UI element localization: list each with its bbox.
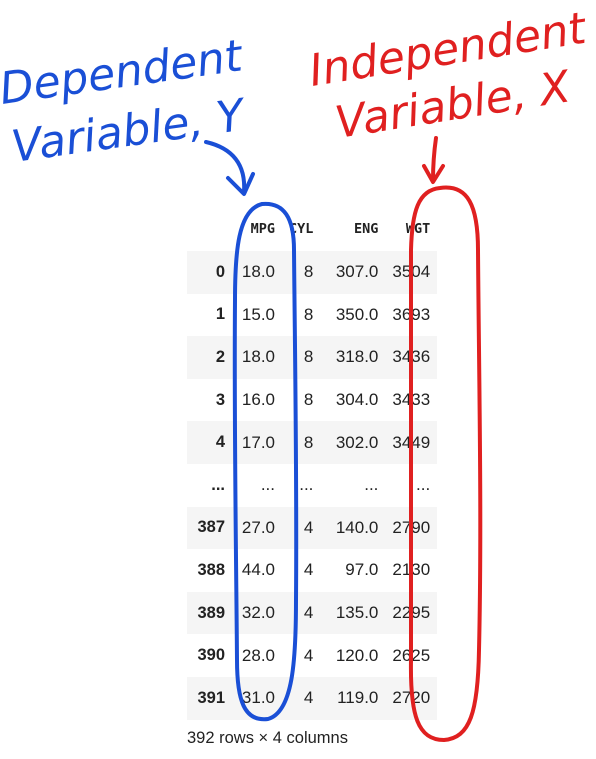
row-index: 2 <box>215 347 225 366</box>
header-mpg: MPG <box>250 221 275 237</box>
cell-wgt: 3504 <box>392 262 431 282</box>
table-row: 387 27.0 4 140.0 2790 <box>187 506 438 550</box>
row-index: 3 <box>215 390 225 409</box>
dataframe-table: MPG CYL ENG WGT 0 18.0 8 307.0 3504 1 15… <box>187 207 438 720</box>
cell-cyl: 4 <box>303 603 314 623</box>
row-index: 388 <box>197 560 225 579</box>
cell-mpg: 16.0 <box>241 390 275 410</box>
cell-wgt: 3449 <box>392 432 431 452</box>
cell-mpg: ... <box>260 475 275 495</box>
cell-cyl: 4 <box>303 517 314 537</box>
cell-wgt: 2790 <box>392 517 431 537</box>
cell-wgt: 2625 <box>392 645 431 665</box>
cell-cyl: 8 <box>303 390 314 410</box>
cell-cyl: 4 <box>303 688 314 708</box>
row-index: 391 <box>197 688 225 707</box>
cell-wgt: ... <box>416 475 431 495</box>
dependent-label-line2: Variable, Y <box>8 89 250 172</box>
cell-mpg: 32.0 <box>241 603 275 623</box>
header-row: MPG CYL ENG WGT <box>187 207 437 251</box>
cell-eng: 97.0 <box>345 560 379 580</box>
table-row-ellipsis: ... ... ... ... ... <box>187 464 437 507</box>
table-row: 2 18.0 8 318.0 3436 <box>187 336 438 379</box>
cell-mpg: 18.0 <box>241 347 275 367</box>
table-shape-note: 392 rows × 4 columns <box>187 729 348 747</box>
cell-mpg: 15.0 <box>241 304 275 324</box>
independent-arrow-icon <box>431 136 438 182</box>
header-index <box>187 207 232 251</box>
cell-eng: ... <box>364 475 379 495</box>
cell-eng: 302.0 <box>335 432 379 452</box>
cell-mpg: 27.0 <box>241 517 275 537</box>
independent-label-line2: Variable, X <box>332 61 575 149</box>
cell-eng: 135.0 <box>335 603 379 623</box>
table-body: 0 18.0 8 307.0 3504 1 15.0 8 350.0 3693 … <box>187 251 438 720</box>
cell-wgt: 3433 <box>392 390 431 410</box>
cell-cyl: ... <box>299 475 314 495</box>
cell-eng: 140.0 <box>335 517 379 537</box>
table-row: 0 18.0 8 307.0 3504 <box>187 251 438 294</box>
cell-eng: 307.0 <box>335 262 379 282</box>
cell-cyl: 8 <box>303 432 314 452</box>
row-index: 4 <box>215 433 225 452</box>
cell-eng: 120.0 <box>335 645 379 665</box>
cell-cyl: 4 <box>303 560 314 580</box>
row-index: 389 <box>197 603 225 622</box>
header-eng: ENG <box>354 221 379 237</box>
header-wgt: WGT <box>405 221 431 237</box>
independent-label-line1: Independent <box>306 3 591 97</box>
row-index: 0 <box>215 262 225 281</box>
cell-cyl: 8 <box>303 304 314 324</box>
cell-cyl: 8 <box>303 347 314 367</box>
independent-arrowhead-icon <box>422 164 445 184</box>
dependent-arrowhead-icon <box>226 172 255 196</box>
table-row: 390 28.0 4 120.0 2625 <box>187 634 437 677</box>
cell-eng: 350.0 <box>335 304 379 324</box>
table-row: 3 16.0 8 304.0 3433 <box>187 379 437 422</box>
table-row: 389 32.0 4 135.0 2295 <box>187 591 438 635</box>
table-row: 1 15.0 8 350.0 3693 <box>187 294 437 337</box>
cell-mpg: 18.0 <box>241 262 275 282</box>
cell-cyl: 4 <box>303 645 314 665</box>
dependent-label-line1: Dependent <box>0 30 247 115</box>
row-index: 1 <box>215 305 225 324</box>
cell-mpg: 17.0 <box>241 432 275 452</box>
row-index: ... <box>211 475 225 494</box>
table-header: MPG CYL ENG WGT <box>187 207 437 251</box>
table-row: 388 44.0 4 97.0 2130 <box>187 549 437 592</box>
table-row: 4 17.0 8 302.0 3449 <box>187 421 438 464</box>
row-index: 387 <box>197 518 225 537</box>
cell-eng: 119.0 <box>337 688 379 708</box>
cell-mpg: 44.0 <box>241 560 275 580</box>
dependent-arrow-icon <box>204 140 247 194</box>
cell-wgt: 3436 <box>392 347 431 367</box>
cell-wgt: 2130 <box>392 560 431 580</box>
cell-eng: 304.0 <box>335 390 379 410</box>
cell-cyl: 8 <box>303 262 314 282</box>
row-index: 390 <box>197 646 225 665</box>
cell-wgt: 3693 <box>392 304 431 324</box>
header-cyl: CYL <box>289 221 314 237</box>
table-row: 391 31.0 4 119.0 2720 <box>187 676 438 720</box>
cell-eng: 318.0 <box>335 347 379 367</box>
cell-wgt: 2720 <box>392 688 431 708</box>
cell-wgt: 2295 <box>392 603 431 623</box>
cell-mpg: 31.0 <box>241 688 275 708</box>
cell-mpg: 28.0 <box>241 645 275 665</box>
